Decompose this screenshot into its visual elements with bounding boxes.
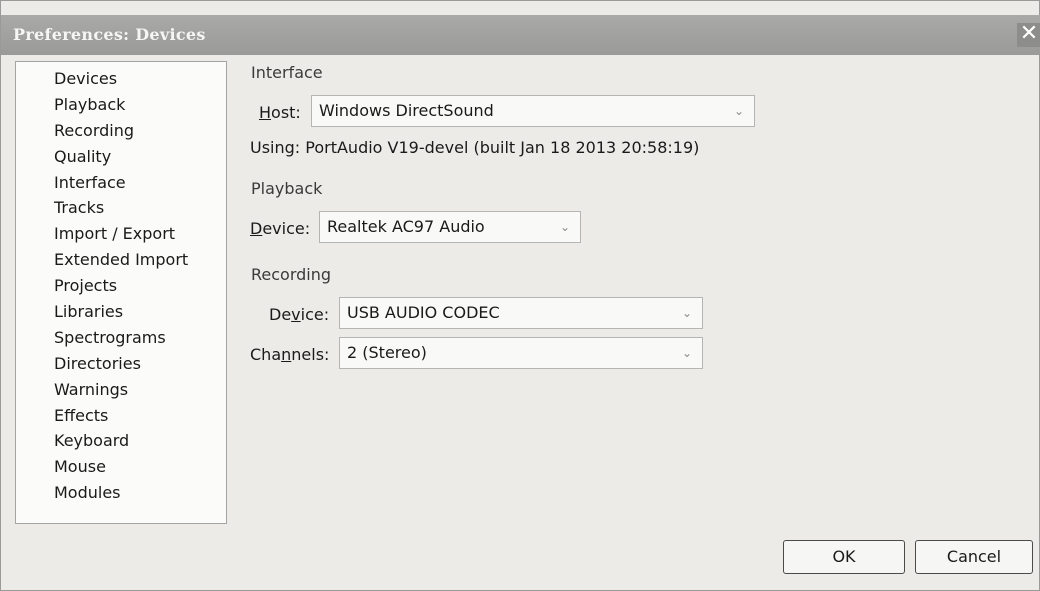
sidebar-item-extended-import[interactable]: Extended Import bbox=[54, 247, 226, 273]
sidebar-item-mouse[interactable]: Mouse bbox=[54, 454, 226, 480]
title-bar[interactable]: Preferences: Devices ✕ bbox=[1, 15, 1040, 55]
sidebar-item-effects[interactable]: Effects bbox=[54, 403, 226, 429]
preferences-window: Preferences: Devices ✕ Devices Playback Re… bbox=[0, 0, 1040, 591]
host-label: Host: bbox=[259, 103, 301, 122]
recording-device-label-post: ice: bbox=[300, 305, 330, 324]
cancel-button[interactable]: Cancel bbox=[915, 540, 1033, 574]
sidebar-item-libraries[interactable]: Libraries bbox=[54, 299, 226, 325]
channels-label-pre: Cha bbox=[250, 345, 282, 364]
sidebar-item-spectrograms[interactable]: Spectrograms bbox=[54, 325, 226, 351]
chevron-down-icon: ⌄ bbox=[559, 220, 571, 234]
recording-device-label-mnemonic: v bbox=[291, 305, 301, 324]
portaudio-version-text: Using: PortAudio V19-devel (built Jan 18… bbox=[250, 138, 700, 157]
sidebar-item-keyboard[interactable]: Keyboard bbox=[54, 428, 226, 454]
host-dropdown[interactable]: Windows DirectSound ⌄ bbox=[311, 95, 755, 127]
host-label-text: ost: bbox=[271, 103, 301, 122]
playback-device-label: Device: bbox=[250, 219, 310, 238]
interface-heading: Interface bbox=[251, 63, 323, 82]
close-icon[interactable]: ✕ bbox=[1017, 23, 1040, 47]
sidebar-item-quality[interactable]: Quality bbox=[54, 144, 226, 170]
chevron-down-icon: ⌄ bbox=[681, 306, 693, 320]
sidebar-item-directories[interactable]: Directories bbox=[54, 351, 226, 377]
playback-heading: Playback bbox=[251, 179, 323, 198]
channels-label-mnemonic: n bbox=[281, 345, 292, 364]
chevron-down-icon: ⌄ bbox=[733, 104, 745, 118]
recording-device-value: USB AUDIO CODEC bbox=[347, 303, 500, 322]
sidebar-item-projects[interactable]: Projects bbox=[54, 273, 226, 299]
sidebar-item-tracks[interactable]: Tracks bbox=[54, 195, 226, 221]
sidebar-item-import-export[interactable]: Import / Export bbox=[54, 221, 226, 247]
window-title: Preferences: Devices bbox=[13, 25, 206, 44]
ok-button[interactable]: OK bbox=[783, 540, 905, 574]
channels-dropdown[interactable]: 2 (Stereo) ⌄ bbox=[339, 337, 703, 369]
sidebar-item-interface[interactable]: Interface bbox=[54, 170, 226, 196]
sidebar-item-warnings[interactable]: Warnings bbox=[54, 377, 226, 403]
chevron-down-icon: ⌄ bbox=[681, 346, 693, 360]
recording-device-dropdown[interactable]: USB AUDIO CODEC ⌄ bbox=[339, 297, 703, 329]
recording-device-label-pre: De bbox=[269, 305, 292, 324]
playback-device-label-mnemonic: D bbox=[250, 219, 263, 238]
channels-label-post: nels: bbox=[291, 345, 330, 364]
channels-value: 2 (Stereo) bbox=[347, 343, 427, 362]
preferences-category-list[interactable]: Devices Playback Recording Quality Interface… bbox=[15, 61, 227, 524]
category-list: Devices Playback Recording Quality Interface… bbox=[16, 62, 226, 506]
host-label-mnemonic: H bbox=[259, 103, 272, 122]
sidebar-item-playback[interactable]: Playback bbox=[54, 92, 226, 118]
sidebar-item-devices[interactable]: Devices bbox=[54, 66, 226, 92]
sidebar-item-recording[interactable]: Recording bbox=[54, 118, 226, 144]
playback-device-value: Realtek AC97 Audio bbox=[327, 217, 485, 236]
host-value: Windows DirectSound bbox=[319, 101, 494, 120]
sidebar-item-modules[interactable]: Modules bbox=[54, 480, 226, 506]
playback-device-dropdown[interactable]: Realtek AC97 Audio ⌄ bbox=[319, 211, 581, 243]
recording-heading: Recording bbox=[251, 265, 332, 284]
recording-device-label: Device: bbox=[269, 305, 329, 324]
playback-device-label-text: evice: bbox=[262, 219, 311, 238]
channels-label: Channels: bbox=[250, 345, 329, 364]
